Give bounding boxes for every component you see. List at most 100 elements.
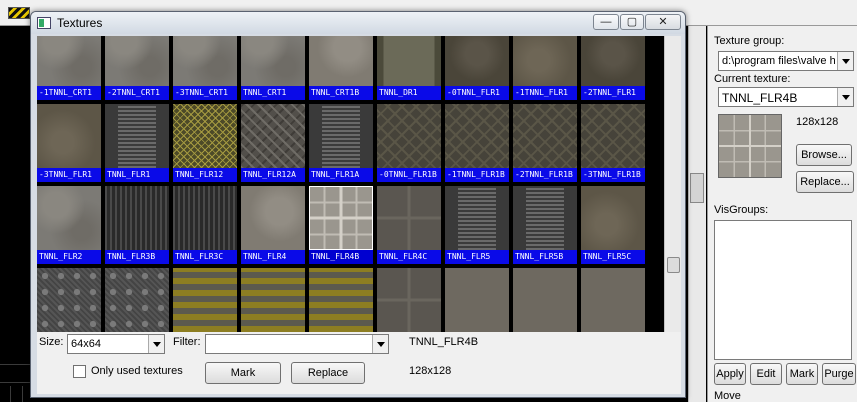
texture-tile[interactable]: -0TNNL_FLR1B [377, 104, 441, 183]
size-dropdown[interactable]: 64x64 [67, 334, 165, 354]
texture-tile[interactable] [241, 268, 305, 332]
texture-tile[interactable]: TNNL_FLR5B [513, 186, 577, 265]
close-button[interactable]: ✕ [645, 14, 681, 30]
texture-tile[interactable] [173, 268, 237, 332]
texture-tile[interactable] [105, 268, 169, 332]
chevron-down-icon[interactable] [837, 52, 853, 70]
texture-tile[interactable] [445, 268, 509, 332]
texture-tile[interactable]: -3TNNL_FLR1B [581, 104, 645, 183]
texture-tile[interactable]: TNNL_FLR1 [105, 104, 169, 183]
texture-tile[interactable] [513, 268, 577, 332]
texture-tile[interactable]: TNNL_FLR1A [309, 104, 373, 183]
texture-thumbnail [445, 36, 509, 86]
replace-button[interactable]: Replace [291, 362, 365, 384]
texture-thumbnail [445, 186, 509, 250]
texture-tile[interactable]: -1TNNL_CRT1 [37, 36, 101, 101]
texture-tile[interactable]: -0TNNL_FLR1 [445, 36, 509, 101]
texture-tile[interactable] [37, 268, 101, 332]
texture-tile[interactable]: -1TNNL_FLR1B [445, 104, 509, 183]
texture-tile[interactable] [377, 268, 441, 332]
only-used-textures-checkbox[interactable] [73, 365, 86, 378]
texture-thumbnail [377, 268, 441, 332]
texture-tile[interactable]: -2TNNL_FLR1B [513, 104, 577, 183]
texture-tile[interactable]: -1TNNL_FLR1 [513, 36, 577, 101]
texture-name-label: -2TNNL_FLR1 [581, 86, 645, 100]
texture-thumbnail [173, 104, 237, 168]
texture-tile[interactable]: TNNL_FLR5C [581, 186, 645, 265]
replace-texture-button[interactable]: Replace... [796, 171, 854, 193]
selected-texture-name: TNNL_FLR4B [409, 336, 479, 348]
chevron-down-icon[interactable] [837, 88, 853, 106]
texture-tile[interactable]: -2TNNL_FLR1 [581, 36, 645, 101]
texture-name-label: -0TNNL_FLR1B [377, 168, 441, 182]
purge-button[interactable]: Purge [822, 363, 856, 385]
filter-input[interactable] [205, 334, 389, 354]
current-texture-dropdown[interactable]: TNNL_FLR4B [718, 87, 854, 107]
only-used-textures-label: Only used textures [91, 365, 183, 377]
texture-thumbnail [173, 268, 237, 332]
texture-tile[interactable]: -3TNNL_FLR1 [37, 104, 101, 183]
visgroups-list[interactable] [714, 220, 852, 360]
texture-grid-scrollbar[interactable] [664, 36, 681, 332]
texture-thumbnail [105, 268, 169, 332]
texture-tile[interactable]: TNNL_FLR3C [173, 186, 237, 265]
texture-tile[interactable]: TNNL_FLR5 [445, 186, 509, 265]
window-title: Textures [57, 16, 103, 30]
texture-name-label: TNNL_FLR4 [241, 250, 305, 264]
texture-tile[interactable]: TNNL_DR1 [377, 36, 441, 101]
texture-group-dropdown[interactable]: d:\program files\valve h [718, 51, 854, 71]
texture-thumbnail [377, 36, 441, 86]
texture-tile[interactable]: TNNL_CRT1 [241, 36, 305, 101]
texture-thumbnail [377, 186, 441, 250]
grid-line [22, 386, 23, 402]
texture-browser-controls: Size: 64x64 Filter: TNNL_FLR4B Only used… [37, 332, 681, 394]
viewport-scroll-thumb[interactable] [690, 173, 704, 203]
texture-thumbnail [37, 268, 101, 332]
texture-tile[interactable]: -2TNNL_CRT1 [105, 36, 169, 101]
texture-tile[interactable]: -3TNNL_CRT1 [173, 36, 237, 101]
texture-thumbnail [581, 104, 645, 168]
texture-tile[interactable]: TNNL_FLR4 [241, 186, 305, 265]
texture-thumbnail [105, 104, 169, 168]
chevron-down-icon[interactable] [148, 335, 164, 353]
texture-group-label: Texture group: [714, 35, 785, 47]
textures-window: Textures — ▢ ✕ -1TNNL_CRT1 -2TNNL_CRT1 -3T… [30, 11, 686, 398]
texture-name-label: -2TNNL_CRT1 [105, 86, 169, 100]
texture-tile[interactable]: TNNL_FLR12A [241, 104, 305, 183]
apply-button[interactable]: Apply [714, 363, 746, 385]
texture-thumbnail [581, 268, 645, 332]
mark-button[interactable]: Mark [205, 362, 281, 384]
grid-line [10, 386, 11, 402]
texture-tile[interactable]: TNNL_CRT1B [309, 36, 373, 101]
window-titlebar[interactable]: Textures — ▢ ✕ [31, 12, 685, 34]
texture-tile[interactable] [309, 268, 373, 332]
hazard-toolbar-icon[interactable] [8, 7, 30, 19]
viewport-scrollbar[interactable] [688, 26, 706, 402]
texture-tile[interactable]: TNNL_FLR12 [173, 104, 237, 183]
texture-name-label: -3TNNL_FLR1 [37, 168, 101, 182]
texture-tile-selected[interactable]: TNNL_FLR4B [309, 186, 373, 265]
edit-button[interactable]: Edit [750, 363, 782, 385]
restore-button[interactable]: ▢ [620, 14, 644, 30]
texture-tile[interactable]: TNNL_FLR3B [105, 186, 169, 265]
selected-texture-size: 128x128 [409, 365, 452, 377]
scroll-thumb[interactable] [667, 257, 680, 273]
mark-visgroup-button[interactable]: Mark [786, 363, 818, 385]
texture-thumbnail [309, 104, 373, 168]
texture-panel: Texture group: d:\program files\valve h … [707, 26, 857, 402]
browse-button[interactable]: Browse... [796, 144, 852, 166]
texture-thumbnail [513, 104, 577, 168]
texture-size: 128x128 [796, 116, 839, 128]
texture-tile[interactable]: TNNL_FLR2 [37, 186, 101, 265]
texture-tile[interactable]: TNNL_FLR4C [377, 186, 441, 265]
texture-tile[interactable] [581, 268, 645, 332]
texture-thumbnail [445, 268, 509, 332]
texture-name-label: -3TNNL_CRT1 [173, 86, 237, 100]
texture-grid[interactable]: -1TNNL_CRT1 -2TNNL_CRT1 -3TNNL_CRT1 TNNL_CR… [37, 36, 664, 332]
chevron-down-icon[interactable] [372, 335, 388, 353]
texture-name-label: TNNL_CRT1 [241, 86, 305, 100]
minimize-button[interactable]: — [593, 14, 619, 30]
texture-name-label: TNNL_FLR5C [581, 250, 645, 264]
texture-thumbnail [309, 36, 373, 86]
texture-thumbnail [37, 186, 101, 250]
